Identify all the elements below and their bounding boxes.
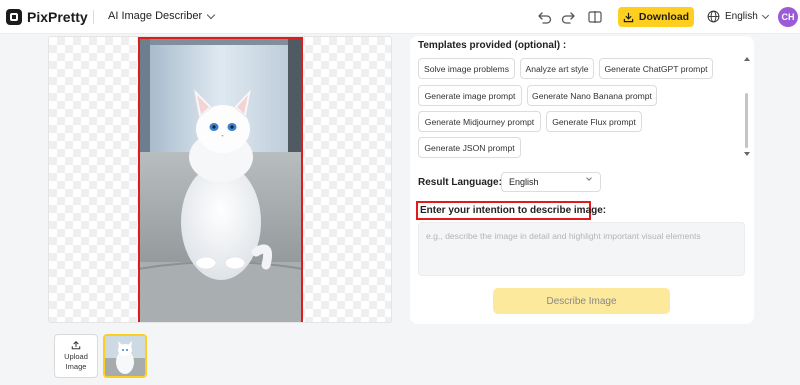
image-thumbnail[interactable] bbox=[103, 334, 147, 378]
download-label: Download bbox=[638, 11, 690, 23]
describe-image-button[interactable]: Describe Image bbox=[493, 288, 670, 314]
header-divider bbox=[93, 10, 94, 24]
chevron-down-icon bbox=[206, 10, 216, 19]
brand-name[interactable]: PixPretty bbox=[27, 9, 88, 25]
compare-icon[interactable] bbox=[587, 9, 603, 25]
upload-icon bbox=[71, 341, 81, 350]
result-language-select[interactable]: English bbox=[501, 172, 601, 192]
download-icon bbox=[623, 12, 634, 22]
tool-selector-label: AI Image Describer bbox=[108, 10, 203, 22]
upload-image-button[interactable]: Upload Image bbox=[54, 334, 98, 378]
templates-scrollbar[interactable] bbox=[745, 93, 748, 148]
template-chip[interactable]: Generate Flux prompt bbox=[546, 111, 642, 132]
result-language-label: Result Language: bbox=[418, 177, 502, 188]
template-chip[interactable]: Generate image prompt bbox=[418, 85, 522, 106]
template-chip[interactable]: Generate Midjourney prompt bbox=[418, 111, 541, 132]
templates-label: Templates provided (optional) : bbox=[418, 40, 567, 51]
intention-label: Enter your intention to describe image: bbox=[420, 205, 607, 216]
tool-selector[interactable]: AI Image Describer bbox=[108, 10, 216, 22]
undo-icon[interactable] bbox=[537, 9, 553, 25]
redo-icon[interactable] bbox=[560, 9, 576, 25]
image-canvas bbox=[48, 36, 392, 323]
language-label: English bbox=[725, 11, 758, 22]
template-chip[interactable]: Solve image problems bbox=[418, 58, 515, 79]
template-chip[interactable]: Generate Nano Banana prompt bbox=[527, 85, 657, 106]
scroll-up-arrow[interactable] bbox=[744, 57, 750, 61]
chevron-down-icon bbox=[586, 175, 592, 181]
logo-icon[interactable] bbox=[6, 9, 22, 25]
top-bar: PixPretty AI Image Describer Download En… bbox=[0, 0, 800, 34]
cat-photo bbox=[138, 37, 303, 322]
scroll-down-arrow[interactable] bbox=[744, 152, 750, 156]
avatar[interactable]: CH bbox=[778, 7, 798, 27]
template-chip[interactable]: Generate ChatGPT prompt bbox=[599, 58, 713, 79]
download-button[interactable]: Download bbox=[618, 7, 694, 27]
cat-thumbnail bbox=[105, 336, 145, 376]
chevron-down-icon bbox=[761, 11, 769, 19]
result-language-value: English bbox=[509, 177, 539, 187]
language-selector[interactable]: English bbox=[707, 10, 769, 23]
template-chip[interactable]: Analyze art style bbox=[520, 58, 594, 79]
upload-label: Upload Image bbox=[64, 352, 88, 371]
template-chip[interactable]: Generate JSON prompt bbox=[418, 137, 521, 158]
intention-input[interactable] bbox=[418, 222, 745, 276]
globe-icon bbox=[707, 10, 720, 23]
